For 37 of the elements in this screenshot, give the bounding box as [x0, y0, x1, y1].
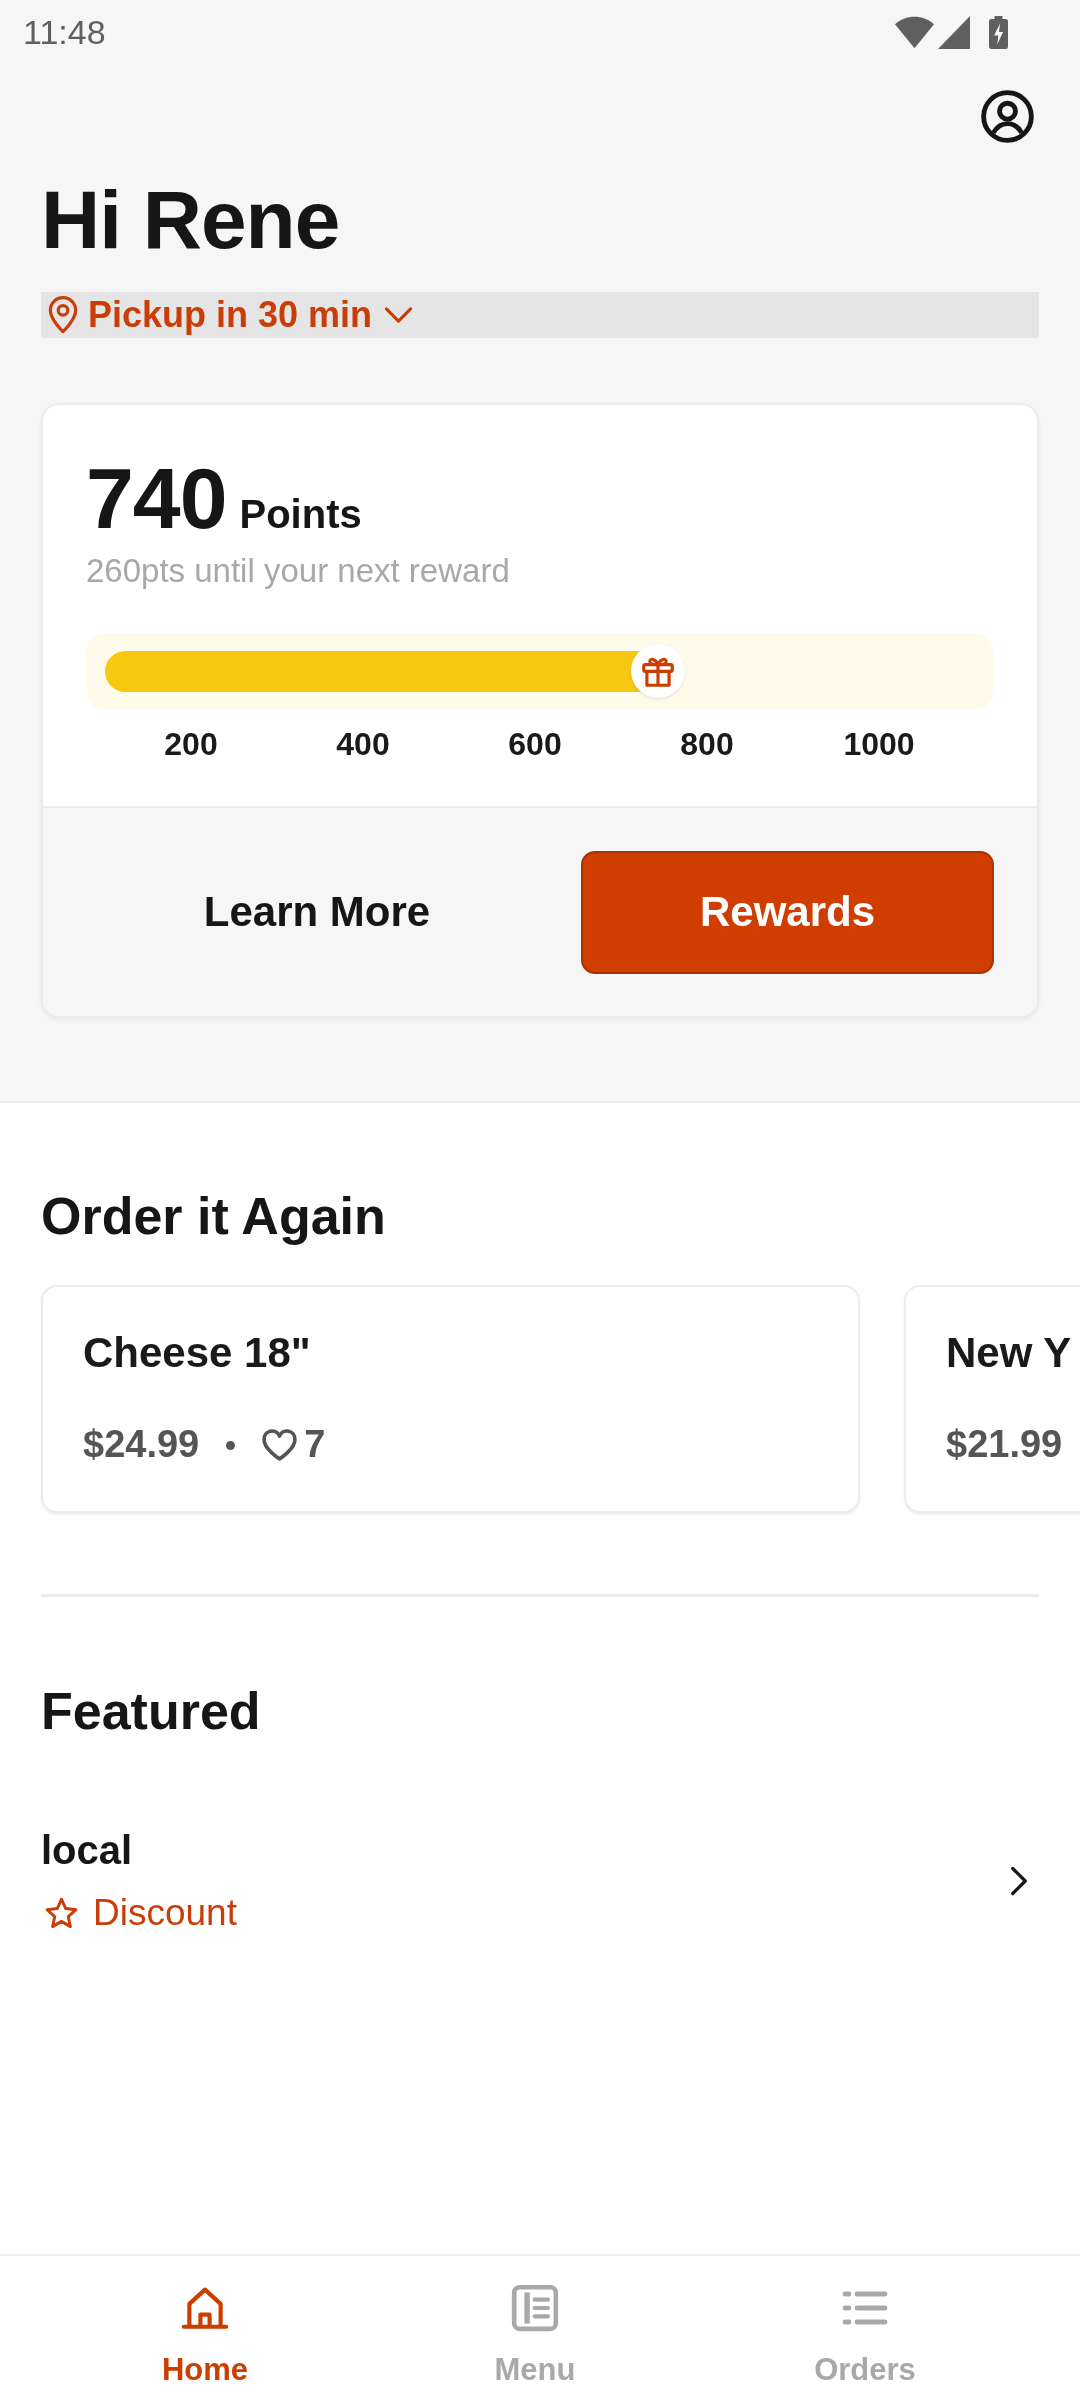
location-pin-icon [47, 296, 79, 334]
signal-icon [938, 15, 970, 49]
wifi-icon [895, 15, 934, 49]
points-subtitle: 260pts until your next reward [86, 551, 510, 591]
order-card[interactable]: New Y $21.99 [904, 1285, 1080, 1513]
discount-label: Discount [93, 1890, 237, 1935]
featured-name: local [41, 1826, 133, 1874]
chevron-down-icon [384, 306, 414, 324]
likes-count: 7 [304, 1422, 326, 1468]
tick-label: 600 [508, 724, 562, 763]
item-name: New Y [946, 1328, 1072, 1378]
bullet-icon [226, 1440, 236, 1450]
notebook-icon [510, 2283, 560, 2333]
item-price: $24.99 [83, 1422, 200, 1468]
points-unit: Points [239, 492, 362, 537]
chevron-right-icon[interactable] [1010, 1865, 1028, 1896]
learn-more-button[interactable]: Learn More [203, 887, 431, 938]
nav-tab[interactable]: Home [40, 2256, 370, 2400]
tick-label: 800 [680, 724, 734, 763]
order-card[interactable]: Cheese 18" $24.99 7 [41, 1285, 860, 1513]
tick-label: 400 [336, 724, 390, 763]
star-icon [44, 1895, 79, 1931]
item-price: $21.99 [946, 1422, 1063, 1468]
tick-label: 200 [164, 724, 218, 763]
points-value: 740 [86, 455, 227, 541]
battery-icon [989, 15, 1008, 49]
tick-label: 1000 [843, 724, 915, 763]
rewards-button[interactable]: Rewards [581, 851, 994, 974]
profile-icon[interactable] [981, 90, 1034, 143]
pickup-selector[interactable]: Pickup in 30 min [41, 292, 1039, 338]
status-time: 11:48 [23, 15, 106, 49]
item-name: Cheese 18" [83, 1328, 311, 1378]
greeting-title: Hi Rene [41, 179, 340, 261]
gift-icon [631, 644, 686, 699]
list-icon [841, 2290, 889, 2326]
heart-icon [261, 1428, 299, 1463]
section-title: Featured [41, 1684, 261, 1737]
